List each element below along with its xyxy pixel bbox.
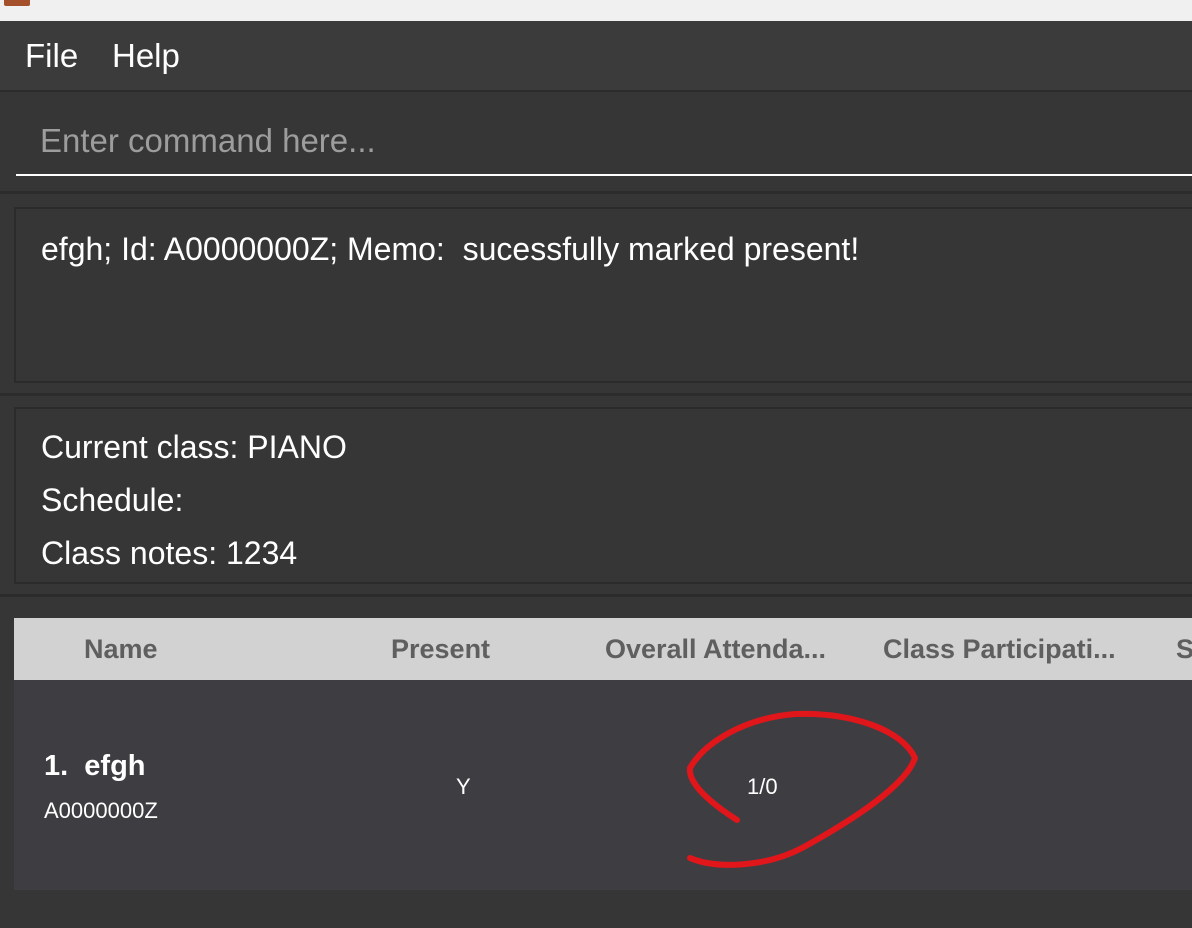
class-info-panel: Current class: PIANO Schedule: Class not…: [14, 407, 1192, 584]
command-area: [0, 94, 1192, 194]
divider: [0, 393, 1192, 396]
column-header-present[interactable]: Present: [391, 634, 490, 665]
class-notes-label: Class notes: 1234: [41, 535, 298, 571]
command-input[interactable]: [16, 108, 1192, 176]
column-header-class-participation[interactable]: Class Participati...: [883, 634, 1116, 665]
student-table-body: 1. efgh A0000000Z Y 1/0: [14, 680, 1192, 890]
present-value: Y: [456, 774, 471, 799]
schedule-label: Schedule:: [41, 482, 184, 518]
column-header-name[interactable]: Name: [84, 634, 158, 665]
student-id: A0000000Z: [44, 798, 158, 823]
attendance-value: 1/0: [747, 774, 778, 799]
current-class-label: Current class: PIANO: [41, 429, 347, 465]
divider: [0, 594, 1192, 597]
result-display: efgh; Id: A0000000Z; Memo: sucessfully m…: [14, 207, 1192, 383]
student-table-header: Name Present Overall Attenda... Class Pa…: [14, 618, 1192, 680]
menu-bar: File Help: [0, 21, 1192, 92]
title-bar: [0, 0, 1192, 21]
app-icon: [4, 0, 30, 6]
menu-file[interactable]: File: [25, 37, 78, 75]
student-name: 1. efgh: [44, 750, 146, 782]
result-message: efgh; Id: A0000000Z; Memo: sucessfully m…: [41, 231, 860, 267]
menu-help[interactable]: Help: [112, 37, 180, 75]
column-header-truncated[interactable]: S: [1176, 634, 1192, 665]
column-header-overall-attendance[interactable]: Overall Attenda...: [605, 634, 826, 665]
